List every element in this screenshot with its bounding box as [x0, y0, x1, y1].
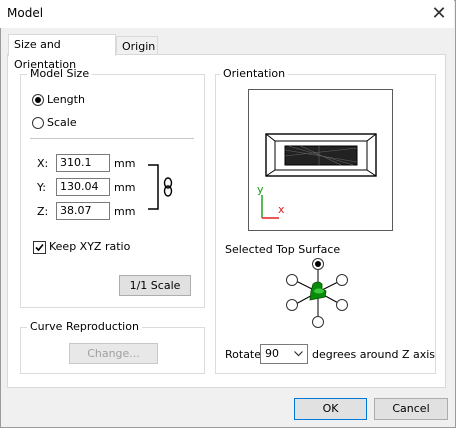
title-bar — [0, 0, 454, 28]
chain-link-icon[interactable] — [144, 160, 176, 216]
scale-label: Scale — [47, 116, 77, 129]
rotate-suffix: degrees around Z axis — [312, 348, 436, 361]
length-label: Length — [47, 93, 85, 106]
window-title: Model — [7, 6, 44, 20]
z-unit: mm — [114, 205, 136, 218]
z-size-input[interactable]: 38.07 — [56, 202, 110, 220]
tab-label: Size and Orientation — [14, 38, 77, 71]
keep-ratio-checkbox[interactable] — [33, 241, 46, 254]
cancel-button[interactable]: Cancel — [374, 398, 448, 420]
surface-top-radio[interactable] — [312, 258, 324, 270]
scale-radio[interactable] — [32, 117, 44, 129]
tab-origin[interactable]: Origin — [116, 36, 158, 56]
length-radio[interactable] — [32, 94, 44, 106]
checkmark-icon — [35, 243, 44, 252]
y-unit: mm — [114, 181, 136, 194]
z-label: Z: — [37, 205, 49, 218]
surface-top-left-radio[interactable] — [286, 274, 298, 286]
rotate-select[interactable]: 90 — [260, 344, 308, 364]
chevron-down-icon — [294, 351, 303, 357]
curve-reproduction-legend: Curve Reproduction — [27, 320, 142, 334]
change-button[interactable]: Change... — [69, 343, 158, 364]
keep-ratio-label: Keep XYZ ratio — [49, 240, 131, 253]
surface-bottom-radio[interactable] — [312, 316, 324, 328]
y-axis-label: y — [257, 183, 264, 196]
x-axis-label: x — [278, 203, 285, 216]
tab-label: Origin — [122, 40, 156, 53]
y-size-input[interactable]: 130.04 — [56, 178, 110, 196]
orientation-preview: y x — [248, 89, 393, 231]
selected-top-surface-label: Selected Top Surface — [225, 243, 341, 256]
x-unit: mm — [114, 157, 136, 170]
surface-bottom-right-radio[interactable] — [336, 299, 348, 311]
model-size-group — [20, 74, 205, 308]
one-to-one-scale-button[interactable]: 1/1 Scale — [119, 275, 191, 296]
model-wireframe — [261, 133, 377, 219]
rotate-label: Rotate — [225, 348, 262, 361]
rotate-value: 90 — [265, 347, 279, 360]
close-icon[interactable]: ✕ — [428, 3, 450, 25]
surface-top-right-radio[interactable] — [336, 274, 348, 286]
tab-size-and-orientation[interactable]: Size and Orientation — [8, 34, 116, 71]
surface-bottom-left-radio[interactable] — [286, 299, 298, 311]
orientation-legend: Orientation — [220, 67, 289, 81]
divider — [30, 138, 194, 139]
x-label: X: — [37, 157, 49, 170]
y-label: Y: — [37, 181, 46, 194]
ok-button[interactable]: OK — [294, 398, 367, 420]
model-top-surface-icon — [309, 281, 327, 301]
x-size-input[interactable]: 310.1 — [56, 154, 110, 172]
